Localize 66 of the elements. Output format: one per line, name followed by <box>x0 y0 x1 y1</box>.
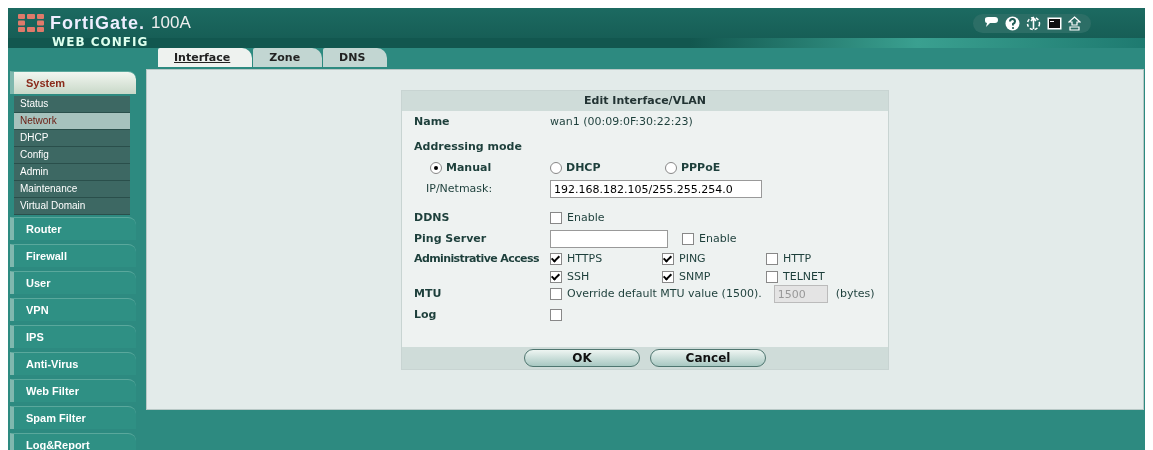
menu-group[interactable]: Web Filter <box>10 379 136 402</box>
checkbox-option[interactable]: SSH <box>550 270 662 283</box>
menu-item[interactable]: Virtual Domain <box>14 198 130 215</box>
checkbox[interactable] <box>766 252 778 265</box>
menu-item[interactable]: DHCP <box>14 130 130 147</box>
radio-button[interactable] <box>550 161 562 174</box>
menu-group[interactable]: Router <box>10 217 136 240</box>
menu-group[interactable]: VPN <box>10 298 136 321</box>
checkbox-option[interactable]: Enable <box>682 232 737 245</box>
radio-button[interactable] <box>665 161 677 174</box>
tab[interactable]: Zone <box>253 48 323 67</box>
speech-bubble-icon[interactable] <box>983 16 999 30</box>
checkbox-option[interactable]: HTTP <box>766 252 866 265</box>
menu-item[interactable]: Maintenance <box>14 181 130 198</box>
field-label: Name <box>414 115 451 128</box>
logo-icon <box>18 14 44 32</box>
menu-item[interactable]: Network <box>14 113 130 130</box>
dialog-button[interactable]: Cancel <box>650 349 766 367</box>
menu-item[interactable]: Config <box>14 147 130 164</box>
radio-option[interactable]: DHCP <box>550 161 665 174</box>
menu-group[interactable]: Firewall <box>10 244 136 267</box>
menu-item[interactable]: Status <box>14 96 130 113</box>
ping-server-field[interactable] <box>550 229 668 248</box>
model-name: 100A <box>151 13 191 33</box>
checkbox-option[interactable]: SNMP <box>662 270 766 283</box>
field-label: DDNS <box>414 211 451 224</box>
checkbox-option[interactable]: Enable <box>550 211 605 224</box>
checkbox-option[interactable]: PING <box>662 252 766 265</box>
unit-label: (bytes) <box>835 287 875 300</box>
field-label: Ping Server <box>414 232 488 245</box>
field-label: Administrative Access <box>414 251 540 265</box>
logout-icon[interactable] <box>1068 15 1081 31</box>
tab[interactable]: DNS <box>323 48 388 67</box>
field-label: MTU <box>414 287 443 300</box>
menu-group[interactable]: IPS <box>10 325 136 348</box>
menu-group[interactable]: User <box>10 271 136 294</box>
checkbox-option[interactable]: TELNET <box>766 270 866 283</box>
checkbox[interactable] <box>682 232 694 245</box>
checkbox[interactable] <box>662 252 674 265</box>
checkbox[interactable] <box>766 270 778 283</box>
checkbox[interactable] <box>550 252 562 265</box>
dialog-button[interactable]: OK <box>524 349 640 367</box>
radio-option[interactable]: PPPoE <box>665 161 780 174</box>
radio-option[interactable]: Manual <box>430 161 550 174</box>
field-label: IP/Netmask: <box>426 182 494 195</box>
menu-group[interactable]: Anti-Virus <box>10 352 136 375</box>
checkbox[interactable] <box>550 308 562 321</box>
menu-item[interactable]: Admin <box>14 164 130 181</box>
checkbox[interactable] <box>550 211 562 224</box>
checkbox[interactable] <box>550 270 562 283</box>
section-label: Addressing mode <box>414 140 523 153</box>
web-config-label: WEB CONFIG <box>52 35 149 49</box>
dialog-title: Edit Interface/VLAN <box>402 91 888 111</box>
field-label: Log <box>414 308 438 321</box>
brand-name: FortiGate. <box>50 12 145 34</box>
field-value: wan1 (00:09:0F:30:22:23) <box>550 115 693 128</box>
tab[interactable]: Interface <box>158 48 253 67</box>
menu-group[interactable]: Spam Filter <box>10 406 136 429</box>
menu-group[interactable]: System <box>10 71 136 94</box>
connection-icon[interactable] <box>1026 15 1041 31</box>
checkbox-option[interactable]: HTTPS <box>550 252 662 265</box>
radio-button[interactable] <box>430 161 442 174</box>
checkbox[interactable] <box>662 270 674 283</box>
console-icon[interactable] <box>1047 16 1062 30</box>
ip-netmask-field[interactable]: 192.168.182.105/255.255.254.0 <box>550 179 762 198</box>
help-icon[interactable] <box>1005 15 1020 31</box>
